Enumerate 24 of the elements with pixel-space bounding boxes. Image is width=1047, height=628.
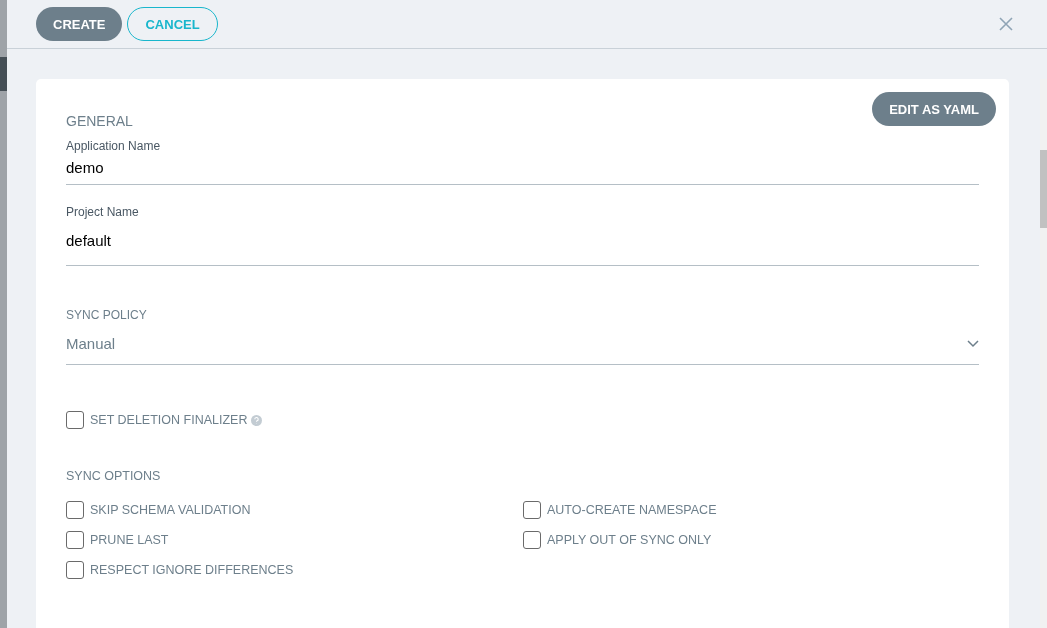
field-label: SYNC POLICY [66,308,148,322]
section-title: GENERAL [66,113,133,129]
checkbox-label: SET DELETION FINALIZER [90,413,248,427]
input-field[interactable]: default [66,219,979,266]
checkbox-label: RESPECT IGNORE DIFFERENCES [90,563,294,577]
checkbox-label: PRUNE LAST [90,533,169,547]
scrollbar[interactable] [1040,79,1047,628]
field-label: Project Name [66,205,140,219]
edit-yaml-button[interactable]: EDIT AS YAML [872,92,996,126]
checkbox[interactable] [66,501,84,519]
field-label: Application Name [66,139,162,153]
checkbox[interactable] [66,411,84,429]
checkbox[interactable] [66,561,84,579]
checkbox[interactable] [66,531,84,549]
checkbox-label: SKIP SCHEMA VALIDATION [90,503,251,517]
checkbox-label: AUTO-CREATE NAMESPACE [547,503,717,517]
chevron-down-icon [967,339,979,348]
checkbox[interactable] [523,531,541,549]
checkbox-label: APPLY OUT OF SYNC ONLY [547,533,712,547]
create-button[interactable]: CREATE [36,7,123,41]
checkbox[interactable] [523,501,541,519]
select-field[interactable]: Manual [66,322,979,365]
section-title: SYNC OPTIONS [66,469,162,483]
input-field[interactable]: demo [66,153,979,185]
